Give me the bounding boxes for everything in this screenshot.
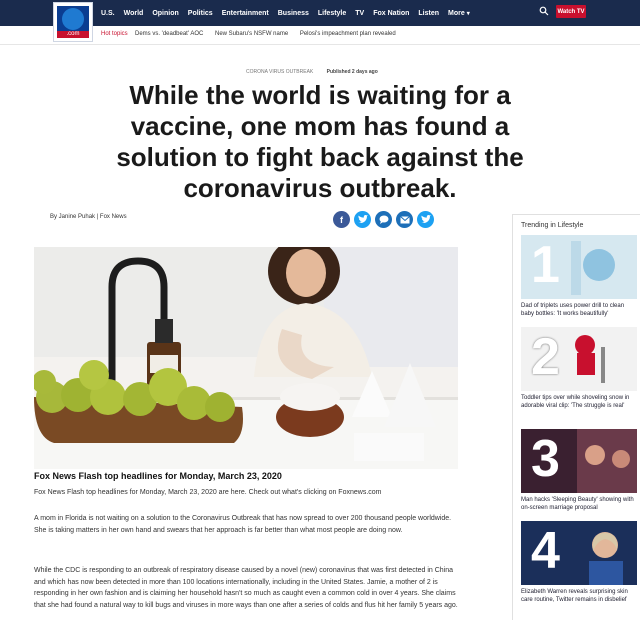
nav-item-more[interactable]: More ▾ bbox=[448, 10, 470, 17]
article-paragraph: While the CDC is responding to an outbre… bbox=[34, 567, 458, 609]
nav-item-us[interactable]: U.S. bbox=[101, 10, 115, 17]
trending-caption[interactable]: Elizabeth Warren reveals surprising skin… bbox=[521, 588, 637, 604]
hot-topic-link[interactable]: Pelosi's impeachment plan revealed bbox=[300, 31, 396, 37]
trending-sidebar: Trending in Lifestyle 1 Dad of triplets … bbox=[512, 214, 640, 620]
twitter-share-icon[interactable] bbox=[417, 211, 434, 228]
nav-item-tv[interactable]: TV bbox=[355, 10, 364, 17]
video-caption-title[interactable]: Fox News Flash top headlines for Monday,… bbox=[34, 471, 282, 481]
watch-tv-button[interactable]: Watch TV bbox=[556, 5, 586, 18]
trending-caption[interactable]: Toddler tips over while shoveling snow i… bbox=[521, 394, 637, 410]
nav-item-business[interactable]: Business bbox=[278, 10, 309, 17]
hot-topic-link[interactable]: Dems vs. 'deadbeat' AOC bbox=[135, 31, 203, 37]
main-nav: U.S. World Opinion Politics Entertainmen… bbox=[101, 0, 470, 26]
trending-thumbnail[interactable]: 4 bbox=[521, 521, 637, 585]
video-caption-text: Fox News Flash top headlines for Monday,… bbox=[34, 489, 382, 496]
trending-caption[interactable]: Man hacks 'Sleeping Beauty' showing with… bbox=[521, 496, 637, 512]
article-meta: CORONA VIRUS OUTBREAK Published 2 days a… bbox=[246, 69, 378, 75]
publish-date: Published 2 days ago bbox=[326, 69, 378, 75]
trending-number: 2 bbox=[531, 328, 560, 386]
article-headline: While the world is waiting for a vaccine… bbox=[116, 80, 524, 203]
facebook-icon[interactable]: f bbox=[333, 211, 350, 228]
nav-item-listen[interactable]: Listen bbox=[418, 10, 439, 17]
twitter-icon[interactable] bbox=[354, 211, 371, 228]
hot-topics-links: Dems vs. 'deadbeat' AOC New Subaru's NSF… bbox=[135, 31, 406, 37]
hot-topics-bar: Hot topics Dems vs. 'deadbeat' AOC New S… bbox=[0, 26, 640, 45]
nav-item-politics[interactable]: Politics bbox=[188, 10, 213, 17]
email-icon[interactable] bbox=[396, 211, 413, 228]
nav-item-lifestyle[interactable]: Lifestyle bbox=[318, 10, 346, 17]
trending-number: 1 bbox=[531, 236, 560, 294]
trending-number: 4 bbox=[531, 522, 560, 580]
trending-item[interactable]: 1 Dad of triplets uses power drill to cl… bbox=[521, 235, 637, 318]
nav-item-opinion[interactable]: Opinion bbox=[152, 10, 178, 17]
trending-thumbnail[interactable]: 1 bbox=[521, 235, 637, 299]
trending-number: 3 bbox=[531, 430, 560, 488]
logo-dotcom: .com bbox=[57, 31, 89, 38]
hot-topic-link[interactable]: New Subaru's NSFW name bbox=[215, 31, 288, 37]
hero-image[interactable] bbox=[34, 247, 458, 469]
share-bar: f bbox=[333, 211, 434, 228]
sidebar-title: Trending in Lifestyle bbox=[521, 222, 584, 229]
top-navbar: U.S. World Opinion Politics Entertainmen… bbox=[0, 0, 640, 26]
chevron-down-icon: ▾ bbox=[466, 10, 470, 17]
logo-mark bbox=[57, 6, 89, 32]
site-logo[interactable]: .com bbox=[53, 2, 93, 42]
nav-item-world[interactable]: World bbox=[124, 10, 144, 17]
trending-item[interactable]: 3 Man hacks 'Sleeping Beauty' showing wi… bbox=[521, 429, 637, 512]
trending-thumbnail[interactable]: 3 bbox=[521, 429, 637, 493]
hot-topics-label: Hot topics bbox=[101, 31, 128, 37]
trending-caption[interactable]: Dad of triplets uses power drill to clea… bbox=[521, 302, 637, 318]
article-category[interactable]: CORONA VIRUS OUTBREAK bbox=[246, 69, 313, 75]
trending-thumbnail[interactable]: 2 bbox=[521, 327, 637, 391]
trending-item[interactable]: 2 Toddler tips over while shoveling snow… bbox=[521, 327, 637, 410]
trending-item[interactable]: 4 Elizabeth Warren reveals surprising sk… bbox=[521, 521, 637, 604]
comment-icon[interactable] bbox=[375, 211, 392, 228]
article-paragraph: A mom in Florida is not waiting on a sol… bbox=[34, 515, 452, 534]
byline: By Janine Puhak | Fox News bbox=[50, 214, 127, 220]
nav-item-fox-nation[interactable]: Fox Nation bbox=[373, 10, 409, 17]
search-icon[interactable] bbox=[539, 6, 549, 16]
nav-item-entertainment[interactable]: Entertainment bbox=[222, 10, 269, 17]
